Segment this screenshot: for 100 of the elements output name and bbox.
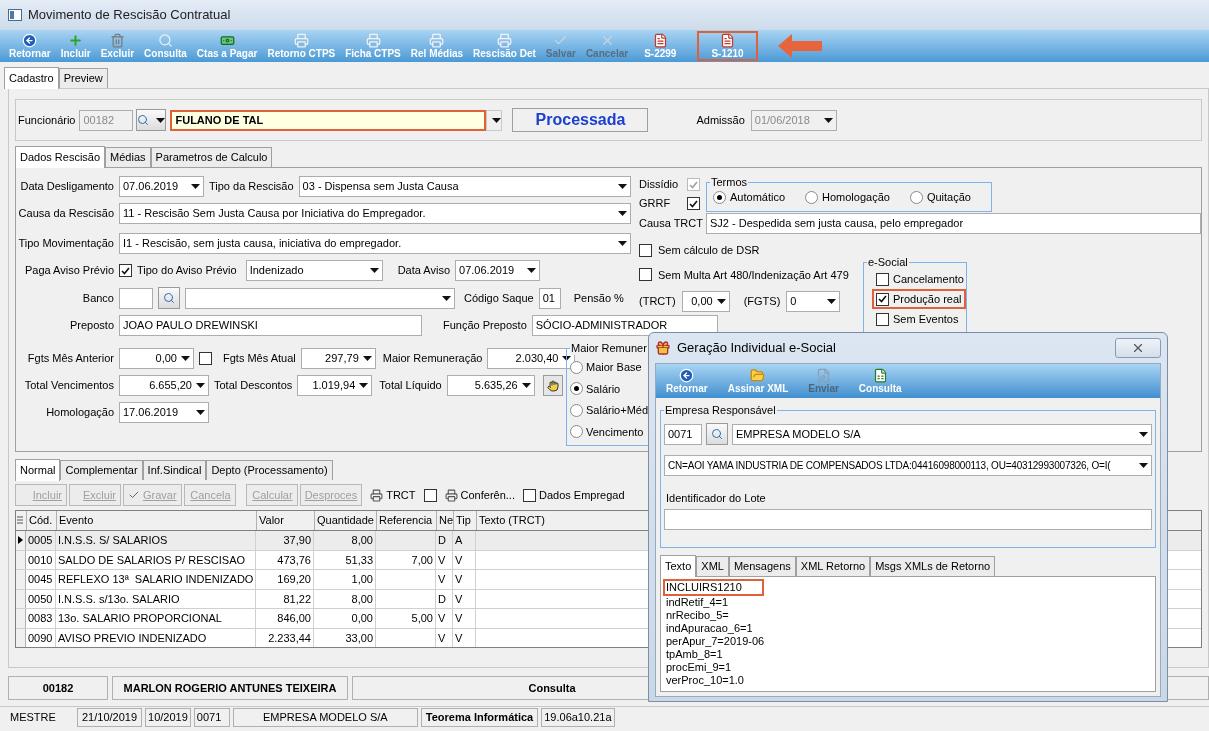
column-header[interactable]: Referencia xyxy=(376,511,436,530)
dropdown-arrow-icon[interactable] xyxy=(618,241,627,246)
tab[interactable]: Dados Rescisão xyxy=(15,146,106,168)
radio-button[interactable] xyxy=(713,190,726,204)
radio-button[interactable] xyxy=(570,360,583,374)
dropdown-arrow-icon[interactable] xyxy=(156,117,166,123)
employee-name-field[interactable]: FULANO DE TAL xyxy=(170,109,487,131)
dropdown-arrow-icon[interactable] xyxy=(1139,463,1148,468)
text-area[interactable]: INCLUIRS1210 indRetif_4=1 nrRecibo_5= indApuracao_6=1 perApur_7=2019-06 tpAmb_8=1 procEmi_9=1 verProc_10=1.0 xyxy=(660,576,1156,692)
input-field[interactable]: 0,00 xyxy=(119,348,194,369)
input-field[interactable]: 17.06.2019 xyxy=(119,402,209,423)
input-field[interactable]: 0 xyxy=(786,291,841,312)
dropdown-arrow-icon[interactable] xyxy=(827,299,837,304)
dropdown-arrow-icon[interactable] xyxy=(527,268,537,273)
dropdown-arrow-icon[interactable] xyxy=(618,211,627,216)
table-cell: V xyxy=(436,609,453,628)
input-field[interactable]: I1 - Rescisão, sem justa causa, iniciativa do empregador. xyxy=(119,233,631,254)
tab[interactable]: Médias xyxy=(105,147,151,167)
dropdown-arrow-icon[interactable] xyxy=(359,383,369,388)
input-field[interactable]: 0,00 xyxy=(681,291,730,312)
input-field[interactable] xyxy=(664,508,1152,530)
dropdown-arrow-icon[interactable] xyxy=(181,356,190,361)
tab[interactable]: XML xyxy=(696,556,729,576)
tab[interactable]: Normal xyxy=(15,459,61,481)
input-field[interactable]: 03 - Dispensa sem Justa Causa xyxy=(298,176,631,197)
status-company-code: 0071 xyxy=(193,708,230,727)
dropdown-arrow-icon[interactable] xyxy=(521,383,531,388)
tab[interactable]: XML Retorno xyxy=(795,556,871,576)
tab[interactable]: Parametros de Calculo xyxy=(150,147,273,167)
tab[interactable]: Depto (Processamento) xyxy=(206,460,333,480)
tab[interactable]: Texto xyxy=(660,555,697,577)
checkbox[interactable] xyxy=(639,268,652,282)
tab[interactable]: Mensagens xyxy=(728,556,796,576)
input-field[interactable] xyxy=(119,287,153,309)
checkbox[interactable] xyxy=(876,312,889,326)
tab[interactable]: Preview xyxy=(58,68,108,88)
checkbox-label: Produção real xyxy=(893,291,962,307)
checkbox[interactable] xyxy=(876,292,889,306)
dropdown-arrow-icon[interactable] xyxy=(492,117,502,123)
tab[interactable]: Inf.Sindical xyxy=(142,460,207,480)
dropdown-arrow-icon[interactable] xyxy=(716,299,726,304)
input-field[interactable]: EMPRESA MODELO S/A xyxy=(732,423,1152,445)
row-indicator[interactable] xyxy=(16,531,26,550)
column-header[interactable]: Ne xyxy=(436,511,453,530)
column-header[interactable]: Evento xyxy=(56,511,256,530)
print-button[interactable]: TRCT xyxy=(368,484,418,506)
input-field[interactable]: 07.06.2019 xyxy=(455,260,541,281)
close-button[interactable] xyxy=(1115,338,1161,358)
banknote-icon xyxy=(219,33,235,48)
checkbox[interactable] xyxy=(199,352,212,365)
tab[interactable]: Cadastro xyxy=(4,67,59,89)
input-field[interactable]: SÓCIO-ADMINISTRADOR xyxy=(531,315,718,336)
column-header[interactable]: Quantidade xyxy=(314,511,376,530)
field-label: GRRF xyxy=(639,196,671,212)
input-field[interactable]: 297,79 xyxy=(300,348,376,369)
checkbox[interactable] xyxy=(119,264,132,277)
check-icon xyxy=(128,489,140,501)
dropdown-arrow-icon[interactable] xyxy=(617,184,627,189)
input-field[interactable]: 5.635,26 xyxy=(446,375,535,396)
input-field[interactable]: JOAO PAULO DREWINSKI xyxy=(119,315,422,336)
radio-button[interactable] xyxy=(570,382,583,396)
input-field[interactable]: 11 - Rescisão Sem Justa Causa por Iniciativa do Empregador. xyxy=(119,203,631,224)
input-field[interactable]: 1.019,94 xyxy=(297,375,373,396)
input-field[interactable]: 07.06.2019 xyxy=(119,176,204,197)
radio-button[interactable] xyxy=(909,190,923,204)
dropdown-button[interactable] xyxy=(486,109,503,131)
checkbox[interactable] xyxy=(687,197,700,210)
radio-button[interactable] xyxy=(570,425,583,439)
checkbox[interactable] xyxy=(423,488,437,502)
print-button[interactable]: Conferên... xyxy=(442,484,517,506)
dropdown-arrow-icon[interactable] xyxy=(823,117,833,123)
dropdown-arrow-icon[interactable] xyxy=(1139,431,1148,437)
input-field[interactable]: 01 xyxy=(538,287,561,309)
lookup-button[interactable] xyxy=(136,109,167,131)
hand-button[interactable] xyxy=(542,375,563,396)
input-field[interactable]: SJ2 - Despedida sem justa causa, pelo empregador xyxy=(706,213,1201,234)
input-field[interactable]: 6.655,20 xyxy=(119,375,209,396)
input-field[interactable]: Indenizado xyxy=(245,260,383,281)
input-field[interactable] xyxy=(185,287,455,309)
radio-button[interactable] xyxy=(570,403,583,417)
dropdown-arrow-icon[interactable] xyxy=(362,356,372,361)
column-header[interactable]: Cód. xyxy=(26,511,56,530)
column-header[interactable]: Tip xyxy=(453,511,476,530)
checkbox[interactable] xyxy=(876,272,889,286)
tab[interactable]: Complementar xyxy=(60,460,143,480)
dropdown-arrow-icon[interactable] xyxy=(442,295,451,301)
dropdown-arrow-icon[interactable] xyxy=(562,356,572,361)
dropdown-arrow-icon[interactable] xyxy=(196,383,205,388)
dropdown-arrow-icon[interactable] xyxy=(369,268,379,273)
dropdown-arrow-icon[interactable] xyxy=(196,410,205,415)
field-label: Paga Aviso Prévio xyxy=(23,263,114,279)
input-field[interactable]: CN=AOI YAMA INDUSTRIA DE COMPENSADOS LTDA:04416098000113, OU=40312993007326, O=I( xyxy=(664,455,1152,476)
radio-button[interactable] xyxy=(805,190,819,204)
column-header[interactable]: Valor xyxy=(256,511,314,530)
tab[interactable]: Msgs XMLs de Retorno xyxy=(870,556,996,576)
checkbox[interactable] xyxy=(522,488,536,502)
table-cell: 8,00 xyxy=(314,531,376,550)
input-field[interactable]: 0071 xyxy=(664,423,702,445)
dropdown-arrow-icon[interactable] xyxy=(191,184,200,189)
checkbox[interactable] xyxy=(639,243,652,257)
